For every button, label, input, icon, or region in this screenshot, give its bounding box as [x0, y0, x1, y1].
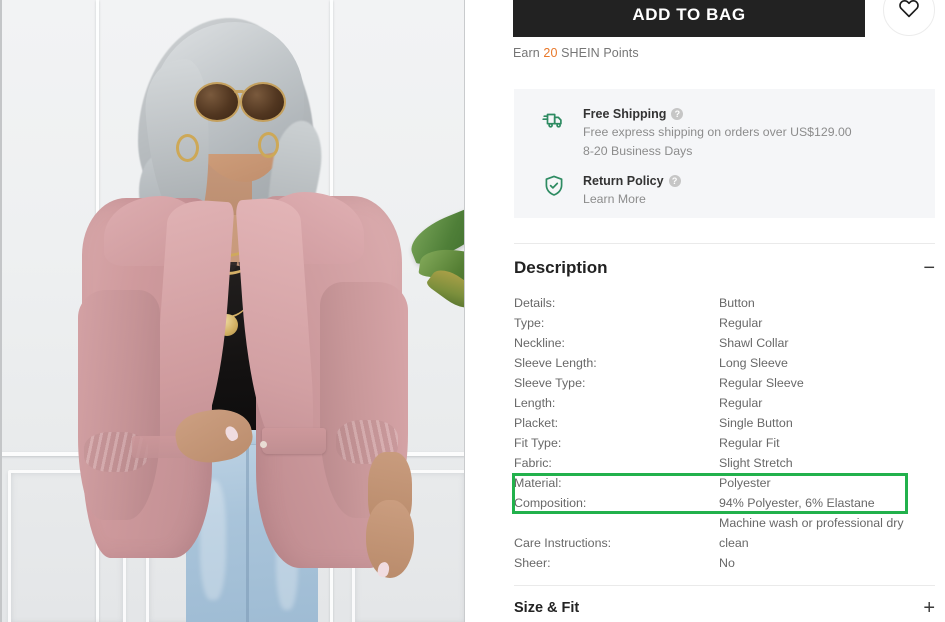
return-policy-text: Return Policy ? Learn More	[583, 173, 681, 208]
sunglasses-icon	[240, 82, 286, 122]
sunglasses-icon	[194, 82, 240, 122]
spec-key: Sleeve Length:	[514, 356, 597, 370]
spec-value: Regular Sleeve	[719, 376, 804, 390]
spec-key: Material:	[514, 476, 562, 490]
product-image[interactable]	[0, 0, 465, 622]
product-detail-pane: ADD TO BAG Earn 20 SHEIN Points Free Shi…	[466, 0, 945, 622]
spec-row-sleeve-length: Sleeve Length: Long Sleeve	[514, 353, 935, 373]
image-right-edge	[464, 0, 465, 622]
question-mark-icon[interactable]: ?	[668, 175, 681, 187]
spec-value: Slight Stretch	[719, 456, 793, 470]
description-section-header[interactable]: Description −	[514, 258, 935, 278]
free-shipping-title: Free Shipping	[583, 107, 667, 121]
earn-points-text: Earn 20 SHEIN Points	[513, 46, 639, 60]
spec-row-material: Material: Polyester	[514, 473, 935, 493]
earring	[176, 134, 199, 162]
expand-plus-icon[interactable]: +	[923, 598, 935, 618]
spec-row-neckline: Neckline: Shawl Collar	[514, 333, 935, 353]
spec-value: 94% Polyester, 6% Elastane	[719, 496, 875, 510]
spec-row-sheer: Sheer: No	[514, 553, 935, 573]
heart-icon	[898, 0, 920, 23]
wishlist-button[interactable]	[883, 0, 935, 36]
spec-value: No	[719, 556, 735, 570]
collapse-minus-icon[interactable]: −	[923, 258, 935, 278]
spec-row-length: Length: Regular	[514, 393, 935, 413]
spec-key: Length:	[514, 396, 556, 410]
spec-value: Polyester	[719, 476, 771, 490]
return-policy-learn-more-link[interactable]: Learn More	[583, 191, 681, 208]
earn-suffix: SHEIN Points	[557, 46, 639, 60]
spec-key: Fit Type:	[514, 436, 562, 450]
spec-row-composition: Composition: 94% Polyester, 6% Elastane	[514, 493, 935, 513]
free-shipping-block: Free Shipping ? Free express shipping on…	[541, 106, 852, 160]
spec-key: Fabric:	[514, 456, 552, 470]
spec-key: Composition:	[514, 496, 587, 510]
spec-value: Shawl Collar	[719, 336, 789, 350]
blazer-pocket-flap	[262, 428, 326, 454]
return-policy-block: Return Policy ? Learn More	[541, 173, 681, 208]
spec-key: Type:	[514, 316, 545, 330]
section-divider	[514, 585, 935, 586]
spec-key: Care Instructions:	[514, 536, 612, 550]
spec-key: Neckline:	[514, 336, 565, 350]
sunglasses-bridge	[234, 90, 244, 93]
truck-icon	[541, 106, 567, 132]
spec-value: Regular	[719, 316, 763, 330]
free-shipping-title-row: Free Shipping ?	[583, 106, 852, 122]
spec-key: Sheer:	[514, 556, 551, 570]
spec-row-placket: Placket: Single Button	[514, 413, 935, 433]
free-shipping-eta: 8-20 Business Days	[583, 144, 693, 158]
return-policy-title-row: Return Policy ?	[583, 173, 681, 189]
section-divider	[514, 243, 935, 244]
return-policy-title: Return Policy	[583, 174, 664, 188]
jeans-seam	[246, 438, 249, 622]
blazer-sleeve	[78, 290, 160, 520]
spec-row-sleeve-type: Sleeve Type: Regular Sleeve	[514, 373, 935, 393]
spec-key: Sleeve Type:	[514, 376, 586, 390]
spec-value: Regular	[719, 396, 763, 410]
spec-row-details: Details: Button	[514, 293, 935, 313]
spec-row-type: Type: Regular	[514, 313, 935, 333]
spec-value: Machine wash or professional dry clean	[719, 516, 904, 550]
spec-row-fit-type: Fit Type: Regular Fit	[514, 433, 935, 453]
spec-row-care-instructions: Care Instructions: Machine wash or profe…	[514, 513, 935, 553]
earn-points-value: 20	[543, 46, 558, 60]
earring	[258, 132, 279, 158]
size-fit-title: Size & Fit	[514, 600, 580, 616]
free-shipping-text: Free Shipping ? Free express shipping on…	[583, 106, 852, 160]
free-shipping-threshold: Free express shipping on orders over US$…	[583, 125, 852, 139]
question-mark-icon[interactable]: ?	[671, 108, 684, 120]
shield-check-icon	[541, 173, 567, 199]
size-fit-section-header[interactable]: Size & Fit +	[514, 598, 935, 618]
earn-prefix: Earn	[513, 46, 544, 60]
description-title: Description	[514, 258, 608, 277]
spec-value: Long Sleeve	[719, 356, 788, 370]
spec-value: Regular Fit	[719, 436, 780, 450]
purchase-actions: ADD TO BAG	[466, 0, 945, 40]
add-to-bag-button[interactable]: ADD TO BAG	[513, 0, 865, 37]
spec-key: Details:	[514, 296, 556, 310]
description-spec-table: Details: Button Type: Regular Neckline: …	[514, 293, 935, 573]
spec-value: Single Button	[719, 416, 793, 430]
model-hand	[366, 500, 414, 578]
spec-row-fabric: Fabric: Slight Stretch	[514, 453, 935, 473]
image-left-edge	[0, 0, 2, 622]
spec-key: Placket:	[514, 416, 559, 430]
shipping-info-box: Free Shipping ? Free express shipping on…	[514, 89, 935, 218]
spec-value: Button	[719, 296, 755, 310]
blazer-button	[260, 441, 267, 448]
